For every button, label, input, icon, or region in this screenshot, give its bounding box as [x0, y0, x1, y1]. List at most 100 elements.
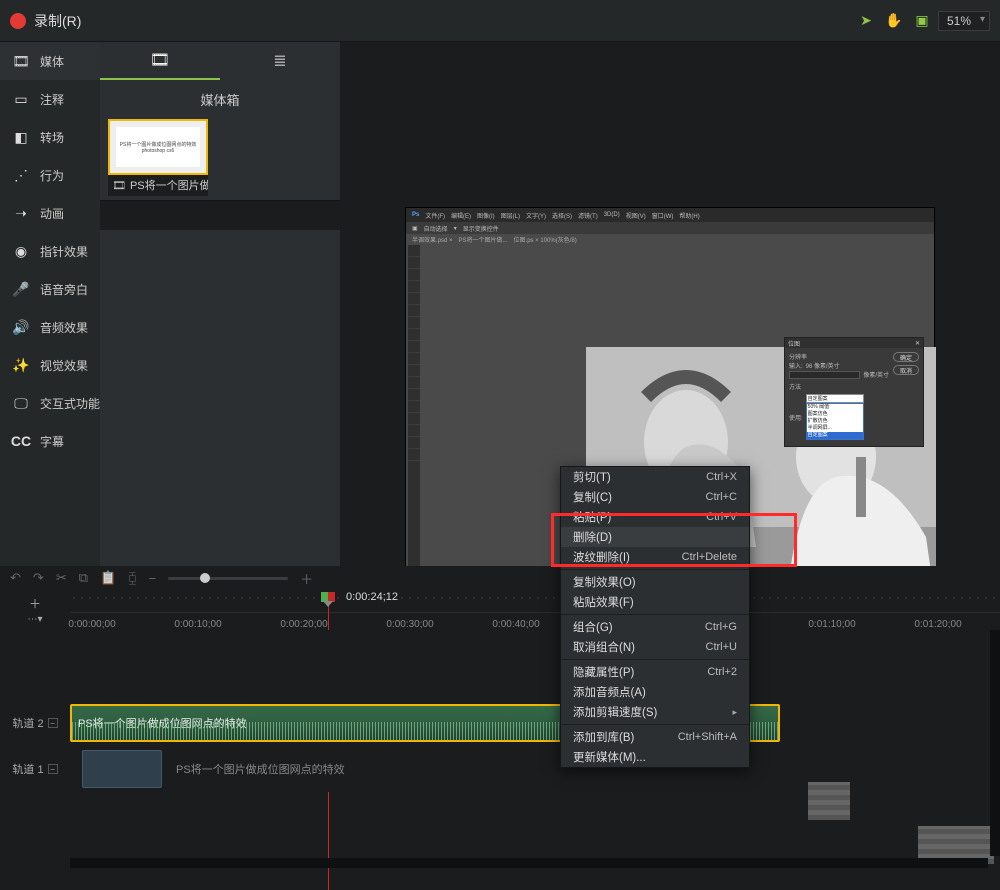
menu-item-shortcut: Ctrl+C — [706, 491, 737, 503]
dlg-dropdown: 自定图案 — [806, 394, 864, 403]
sidebar-item-media[interactable]: 🎞 媒体 — [0, 42, 100, 80]
thumb-sub: photoshop cs6 — [142, 148, 175, 154]
timeline-scrollbar-h[interactable] — [70, 858, 988, 868]
copy-icon[interactable]: ⧉ — [79, 570, 88, 586]
cut-icon[interactable]: ✂ — [56, 570, 67, 586]
context-menu-item[interactable]: 粘贴(P)Ctrl+V — [561, 507, 749, 527]
interactive-icon: 🖵 — [12, 395, 30, 412]
undo-icon[interactable]: ↶ — [10, 570, 21, 586]
ruler-tick: 0:00:40;00 — [492, 619, 539, 630]
dlg-value: 96 像素/英寸 — [806, 361, 840, 370]
film-icon: 🎞 — [150, 50, 170, 70]
sidebar-item-label: 行为 — [40, 167, 64, 184]
ps-menubar: Ps文件(F)编辑(E)图像(I)图层(L)文字(Y)选择(S)滤镜(T)3D(… — [406, 208, 934, 222]
sidebar-item-audiofx[interactable]: 🔊 音频效果 — [0, 308, 100, 346]
context-menu-item[interactable]: 波纹删除(I)Ctrl+Delete — [561, 547, 749, 567]
context-menu-item[interactable]: 复制效果(O) — [561, 572, 749, 592]
dlg-unit: 像素/英寸 — [863, 370, 889, 379]
context-menu-item[interactable]: 取消组合(N)Ctrl+U — [561, 637, 749, 657]
sidebar-item-label: 转场 — [40, 129, 64, 146]
film-icon: 🎞 — [112, 179, 126, 192]
dlg-label: 输入: — [789, 361, 803, 370]
mediabin-tab-clips[interactable]: 🎞 — [100, 42, 220, 80]
menu-item-label: 复制(C) — [573, 489, 612, 505]
dlg-dropdown-list: 50% 阈值 图案仿色 扩散仿色 半调网屏... 自定图案 — [806, 403, 864, 440]
track-label-1[interactable]: 轨道 1− — [0, 746, 70, 792]
record-icon — [10, 13, 26, 29]
animation-icon: ➝ — [12, 205, 30, 222]
context-menu-item[interactable]: 隐藏属性(P)Ctrl+2 — [561, 662, 749, 682]
clip-title: PS将一个图片做成位图网点的特效 — [170, 746, 345, 792]
zoom-in-icon[interactable]: ＋ — [300, 569, 313, 588]
dlg-section: 分辨率 — [789, 352, 889, 361]
pointer-tool-icon[interactable]: ➤ — [854, 9, 878, 33]
timeline-toolbar: ↶ ↷ ✂ ⧉ 📋 ⧮ − ＋ — [0, 566, 1000, 590]
sidebar-item-interactive[interactable]: 🖵 交互式功能 — [0, 384, 100, 422]
menu-item-shortcut: Ctrl+V — [706, 511, 737, 523]
mediabin-title: 媒体箱 — [100, 80, 340, 115]
context-menu-item[interactable]: 添加到库(B)Ctrl+Shift+A — [561, 727, 749, 747]
track-options-icon[interactable]: ⋯▾ — [27, 614, 42, 625]
sidebar-item-behavior[interactable]: ⋰ 行为 — [0, 156, 100, 194]
ruler-tick: 0:00:30;00 — [386, 619, 433, 630]
ruler-tick: 0:01:20;00 — [914, 619, 961, 630]
hand-tool-icon[interactable]: ✋ — [882, 9, 906, 33]
sidebar-item-label: 字幕 — [40, 433, 64, 450]
track-label-2[interactable]: 轨道 2− — [0, 700, 70, 746]
ps-tools-panel — [408, 245, 420, 620]
zoom-out-icon[interactable]: − — [149, 571, 157, 586]
add-track-button[interactable]: ＋ — [29, 595, 41, 612]
paste-icon[interactable]: 📋 — [100, 570, 116, 586]
film-icon: 🎞 — [12, 53, 30, 70]
context-menu-item[interactable]: 剪切(T)Ctrl+X — [561, 467, 749, 487]
visual-fx-icon: ✨ — [12, 357, 30, 374]
mediabin-tab-library[interactable]: ≣ — [220, 42, 340, 80]
dlg-label: 使用: — [789, 413, 803, 422]
close-icon: ✕ — [915, 340, 920, 347]
ps-options-bar: ▣自动选择▾显示变换控件 — [406, 222, 934, 234]
menu-item-shortcut: Ctrl+G — [705, 621, 737, 633]
redacted-region — [808, 782, 850, 820]
timeline-context-menu: 剪切(T)Ctrl+X 复制(C) Ctrl+C 粘贴(P)Ctrl+V 删除(D) 波纹… — [560, 466, 750, 768]
timeline-scrollbar-v[interactable] — [990, 630, 1000, 856]
sidebar-item-transition[interactable]: ◧ 转场 — [0, 118, 100, 156]
timeline-ruler[interactable]: 0:00:00;00 0:00:10;00 0:00:20;00 0:00:30… — [70, 612, 1000, 630]
sidebar-item-annotation[interactable]: ▭ 注释 — [0, 80, 100, 118]
mediabin-item[interactable]: PS将一个图片做成位图网点的特效 photoshop cs6 🎞 PS将一个图片… — [108, 119, 208, 196]
crop-tool-icon[interactable]: ▣ — [910, 9, 934, 33]
menu-item-label: 删除(D) — [573, 529, 612, 545]
sidebar-item-label: 指针效果 — [40, 243, 88, 260]
ruler-tick: 0:01:10;00 — [808, 619, 855, 630]
timeline-zoom-slider[interactable] — [168, 577, 288, 580]
sidebar-item-cursorfx[interactable]: ◉ 指针效果 — [0, 232, 100, 270]
sidebar-item-cc[interactable]: CC 字幕 — [0, 422, 100, 460]
menu-item-label: 添加剪辑速度(S) — [573, 704, 657, 720]
redo-icon[interactable]: ↷ — [33, 570, 44, 586]
split-icon[interactable]: ⧮ — [128, 570, 136, 586]
menu-item-label: 添加到库(B) — [573, 729, 634, 745]
mediabin-thumbnail: PS将一个图片做成位图网点的特效 photoshop cs6 — [108, 119, 208, 175]
annotation-icon: ▭ — [12, 91, 30, 108]
context-menu-item[interactable]: 复制(C) Ctrl+C — [561, 487, 749, 507]
context-menu-item[interactable]: 添加剪辑速度(S) — [561, 702, 749, 722]
menu-item-label: 取消组合(N) — [573, 639, 635, 655]
menu-item-label: 添加音频点(A) — [573, 684, 646, 700]
list-icon: ≣ — [273, 51, 286, 71]
context-menu-item[interactable]: 更新媒体(M)... — [561, 747, 749, 767]
context-menu-item[interactable]: 添加音频点(A) — [561, 682, 749, 702]
record-button[interactable]: 录制(R) — [10, 11, 81, 31]
context-menu-item[interactable]: 组合(G)Ctrl+G — [561, 617, 749, 637]
top-right-tools: ➤ ✋ ▣ 51% — [854, 9, 990, 33]
ruler-tick: 0:00:10;00 — [174, 619, 221, 630]
playhead-time: 0:00:24;12 — [346, 591, 398, 603]
sidebar-item-voice[interactable]: 🎤 语音旁白 — [0, 270, 100, 308]
sidebar-item-label: 交互式功能 — [40, 395, 100, 412]
sidebar-item-visualfx[interactable]: ✨ 视觉效果 — [0, 346, 100, 384]
context-menu-item[interactable]: 粘贴效果(F) — [561, 592, 749, 612]
ruler-tick: 0:00:00;00 — [68, 619, 115, 630]
menu-item-shortcut: Ctrl+X — [706, 471, 737, 483]
timeline-clip-video-thumb[interactable] — [82, 750, 162, 788]
context-menu-item[interactable]: 删除(D) — [561, 527, 749, 547]
canvas-zoom-select[interactable]: 51% — [938, 11, 990, 31]
sidebar-item-animation[interactable]: ➝ 动画 — [0, 194, 100, 232]
